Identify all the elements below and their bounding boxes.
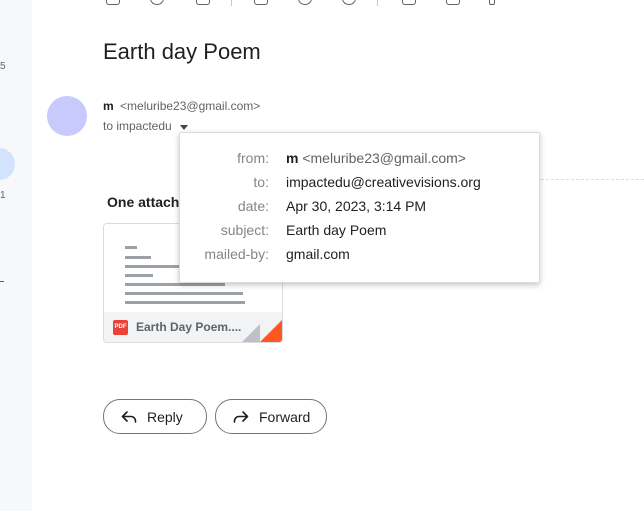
reply-button[interactable]: Reply	[103, 399, 207, 434]
rail-count-top: 5	[0, 61, 6, 72]
forward-label: Forward	[259, 408, 311, 425]
preview-line	[125, 283, 225, 286]
preview-line	[125, 246, 137, 249]
details-from-row: from: m <meluribe23@gmail.com>	[180, 150, 539, 172]
rail-active-item[interactable]	[0, 148, 15, 180]
details-from-label: from:	[237, 150, 269, 166]
recipient-summary[interactable]: to impactedu	[103, 119, 188, 133]
preview-line	[125, 301, 245, 304]
forward-button[interactable]: Forward	[215, 399, 327, 434]
details-mailedby-row: mailed-by: gmail.com	[180, 246, 539, 268]
message-details-popover: from: m <meluribe23@gmail.com> to: impac…	[179, 132, 540, 283]
toolbar-separator	[377, 0, 378, 6]
details-date-row: date: Apr 30, 2023, 3:14 PM	[180, 198, 539, 220]
details-from-name: m	[286, 150, 299, 166]
preview-line	[125, 274, 153, 277]
forward-icon	[233, 409, 249, 425]
page-fold-icon	[260, 320, 282, 342]
sender-line: m <meluribe23@gmail.com>	[103, 99, 260, 113]
page-fold-shadow	[242, 324, 260, 342]
preview-line	[125, 265, 185, 268]
rail-divider	[0, 281, 4, 282]
reply-label: Reply	[147, 408, 183, 425]
details-mailedby-label: mailed-by:	[204, 246, 269, 262]
recipient-summary-text: to impactedu	[103, 119, 172, 133]
move-to-icon[interactable]	[402, 0, 416, 5]
delete-icon[interactable]	[196, 0, 210, 5]
reply-icon	[121, 409, 137, 425]
details-from-value: m <meluribe23@gmail.com>	[286, 150, 466, 166]
mark-unread-icon[interactable]	[254, 0, 268, 5]
attachment-filename[interactable]: Earth Day Poem....	[136, 320, 241, 334]
attachment-footer: PDF Earth Day Poem....	[104, 312, 282, 342]
label-icon[interactable]	[446, 0, 460, 5]
details-to-label: to:	[253, 174, 269, 190]
add-task-icon[interactable]	[342, 0, 356, 5]
sender-email: <meluribe23@gmail.com>	[120, 99, 261, 113]
archive-icon[interactable]	[106, 0, 120, 5]
details-date-value: Apr 30, 2023, 3:14 PM	[286, 198, 427, 214]
details-subject-label: subject:	[220, 222, 269, 238]
snooze-icon[interactable]	[298, 0, 312, 5]
more-options-icon[interactable]	[489, 0, 495, 5]
pdf-icon: PDF	[113, 320, 128, 335]
details-date-label: date:	[237, 198, 269, 214]
rail-count-mid: 1	[0, 190, 6, 201]
left-nav-rail: 5 1	[0, 0, 32, 511]
preview-line	[125, 256, 151, 259]
email-subject: Earth day Poem	[103, 39, 261, 64]
report-spam-icon[interactable]	[150, 0, 164, 5]
details-mailedby-value: gmail.com	[286, 246, 350, 262]
preview-line	[125, 292, 243, 295]
chevron-down-icon[interactable]	[179, 124, 188, 130]
toolbar-separator	[231, 0, 232, 6]
sender-avatar[interactable]	[47, 96, 87, 136]
details-subject-value: Earth day Poem	[286, 222, 387, 238]
details-subject-row: subject: Earth day Poem	[180, 222, 539, 244]
details-to-row: to: impactedu@creativevisions.org	[180, 174, 539, 196]
details-to-value: impactedu@creativevisions.org	[286, 174, 481, 190]
details-from-email: <meluribe23@gmail.com>	[302, 150, 466, 166]
sender-name[interactable]: m	[103, 99, 114, 113]
attachments-heading: One attach	[107, 194, 180, 210]
